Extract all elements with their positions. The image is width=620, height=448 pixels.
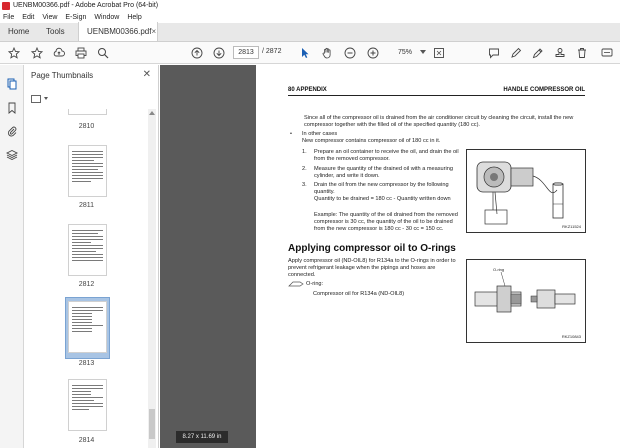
step-text: Prepare an oil container to receive the … xyxy=(314,149,459,162)
oring-label: O-ring: xyxy=(306,281,324,287)
menu-esign[interactable]: E-Sign xyxy=(65,14,86,21)
zoom-out-icon[interactable] xyxy=(343,46,357,60)
thumbnails-header: Page Thumbnails ✕ xyxy=(24,65,158,85)
toolbar: 2813 / 2872 75% xyxy=(0,42,620,64)
tab-home[interactable]: Home xyxy=(0,22,38,41)
options-menu-icon xyxy=(31,94,41,103)
step-number: 1. xyxy=(302,149,307,155)
figure-code: RKZ11524 xyxy=(562,224,581,229)
bookmark-icon[interactable] xyxy=(6,102,18,114)
select-cursor-icon[interactable] xyxy=(298,46,312,60)
highlight-pen-icon[interactable] xyxy=(509,46,523,60)
thumbnail-label: 2810 xyxy=(78,123,95,130)
section-title: Applying compressor oil to O-rings xyxy=(288,243,456,254)
hand-tool-icon[interactable] xyxy=(320,46,334,60)
stamp-icon[interactable] xyxy=(553,46,567,60)
page-thumbnail-selected[interactable] xyxy=(68,301,107,353)
menu-help[interactable]: Help xyxy=(127,14,141,21)
thumbnail-label: 2812 xyxy=(78,281,95,288)
draw-icon[interactable] xyxy=(531,46,545,60)
step-text: Measure the quantity of the drained oil … xyxy=(314,166,453,179)
cloud-upload-icon[interactable] xyxy=(52,46,66,60)
figure-code: RKZ10843 xyxy=(561,334,581,339)
tab-tools[interactable]: Tools xyxy=(38,22,78,41)
zoom-in-icon[interactable] xyxy=(366,46,380,60)
navigation-rail xyxy=(0,65,24,448)
example-text: Example: The quantity of the oil drained… xyxy=(314,212,458,232)
page-number-input[interactable]: 2813 xyxy=(233,46,259,59)
next-page-icon[interactable] xyxy=(212,46,226,60)
header-right: HANDLE COMPRESSOR OIL xyxy=(503,87,585,93)
bullet-text: New compressor contains compressor oil o… xyxy=(302,138,441,144)
chevron-down-icon[interactable] xyxy=(420,50,426,54)
paragraph: Since all of the compressor oil is drain… xyxy=(304,115,574,128)
thumbnail-list: 2810 2811 2812 2813 2814 xyxy=(24,109,149,448)
layers-icon[interactable] xyxy=(5,149,19,161)
print-icon[interactable] xyxy=(74,46,88,60)
delete-icon[interactable] xyxy=(575,46,589,60)
thumbnail-options-dropdown[interactable] xyxy=(31,93,49,104)
step-number: 2. xyxy=(302,166,307,172)
page-thumbnail[interactable] xyxy=(68,224,107,276)
page-header: 80 APPENDIX HANDLE COMPRESSOR OIL xyxy=(288,87,585,96)
bullet-title: In other cases xyxy=(302,131,338,137)
thumbnails-panel: Page Thumbnails ✕ 2810 2811 2812 2813 28… xyxy=(24,65,159,448)
note-hand-icon xyxy=(288,280,304,290)
pdf-page: 80 APPENDIX HANDLE COMPRESSOR OIL Since … xyxy=(256,65,620,448)
window-title: UENBM00366.pdf - Adobe Acrobat Pro (64-b… xyxy=(13,2,159,9)
page-thumbnails-icon[interactable] xyxy=(6,78,18,90)
menu-view[interactable]: View xyxy=(42,14,57,21)
bullet-icon: • xyxy=(290,131,292,137)
attachment-icon[interactable] xyxy=(6,125,18,137)
comment-icon[interactable] xyxy=(487,46,501,60)
page-size-indicator: 8.27 x 11.69 in xyxy=(176,431,228,443)
search-icon[interactable] xyxy=(96,46,110,60)
step-text: Quantity to be drained = 180 cc - Quanti… xyxy=(314,196,451,202)
more-tools-icon[interactable] xyxy=(600,46,614,60)
menu-file[interactable]: File xyxy=(3,14,14,21)
scroll-up-icon[interactable] xyxy=(149,111,155,115)
close-tab-icon[interactable]: × xyxy=(151,27,156,36)
chevron-down-icon xyxy=(44,97,48,100)
close-panel-icon[interactable]: ✕ xyxy=(143,69,151,80)
acrobat-logo-icon xyxy=(2,1,10,10)
previous-page-icon[interactable] xyxy=(190,46,204,60)
zoom-level-dropdown[interactable]: 75% xyxy=(390,46,420,59)
thumbnail-scrollbar[interactable] xyxy=(148,109,156,448)
thumbnails-title: Page Thumbnails xyxy=(31,70,94,80)
tab-document[interactable]: UENBM00366.pdf × xyxy=(78,22,158,41)
page-thumbnail[interactable] xyxy=(68,145,107,197)
star-icon[interactable] xyxy=(30,46,44,60)
paragraph: Apply compressor oil (ND-OIL8) for R134a… xyxy=(288,258,456,278)
thumbnail-label: 2814 xyxy=(78,437,95,444)
bookmark-star-icon[interactable] xyxy=(7,46,21,60)
page-total: / 2872 xyxy=(262,48,282,55)
page-thumbnail[interactable] xyxy=(68,109,107,115)
title-bar: UENBM00366.pdf - Adobe Acrobat Pro (64-b… xyxy=(0,0,620,11)
header-left: 80 APPENDIX xyxy=(288,87,327,93)
document-viewer: 80 APPENDIX HANDLE COMPRESSOR OIL Since … xyxy=(160,65,620,448)
figure-label: O-ring xyxy=(493,267,505,272)
tab-bar: Home Tools UENBM00366.pdf × xyxy=(0,22,620,42)
tab-document-label: UENBM00366.pdf xyxy=(87,27,152,36)
compressor-figure: RKZ11524 xyxy=(466,149,586,233)
step-number: 3. xyxy=(302,182,307,188)
fit-page-icon[interactable] xyxy=(432,46,446,60)
menu-edit[interactable]: Edit xyxy=(22,14,34,21)
menu-window[interactable]: Window xyxy=(94,14,119,21)
page-thumbnail[interactable] xyxy=(68,379,107,431)
scrollbar-thumb[interactable] xyxy=(149,409,155,439)
thumbnail-label: 2811 xyxy=(78,202,95,209)
oring-figure: O-ring RKZ10843 xyxy=(466,259,586,343)
thumbnail-label: 2813 xyxy=(78,360,95,367)
oring-spec: Compressor oil for R134a (ND-OIL8) xyxy=(313,291,405,297)
step-text: Drain the oil from the new compressor by… xyxy=(314,182,449,195)
